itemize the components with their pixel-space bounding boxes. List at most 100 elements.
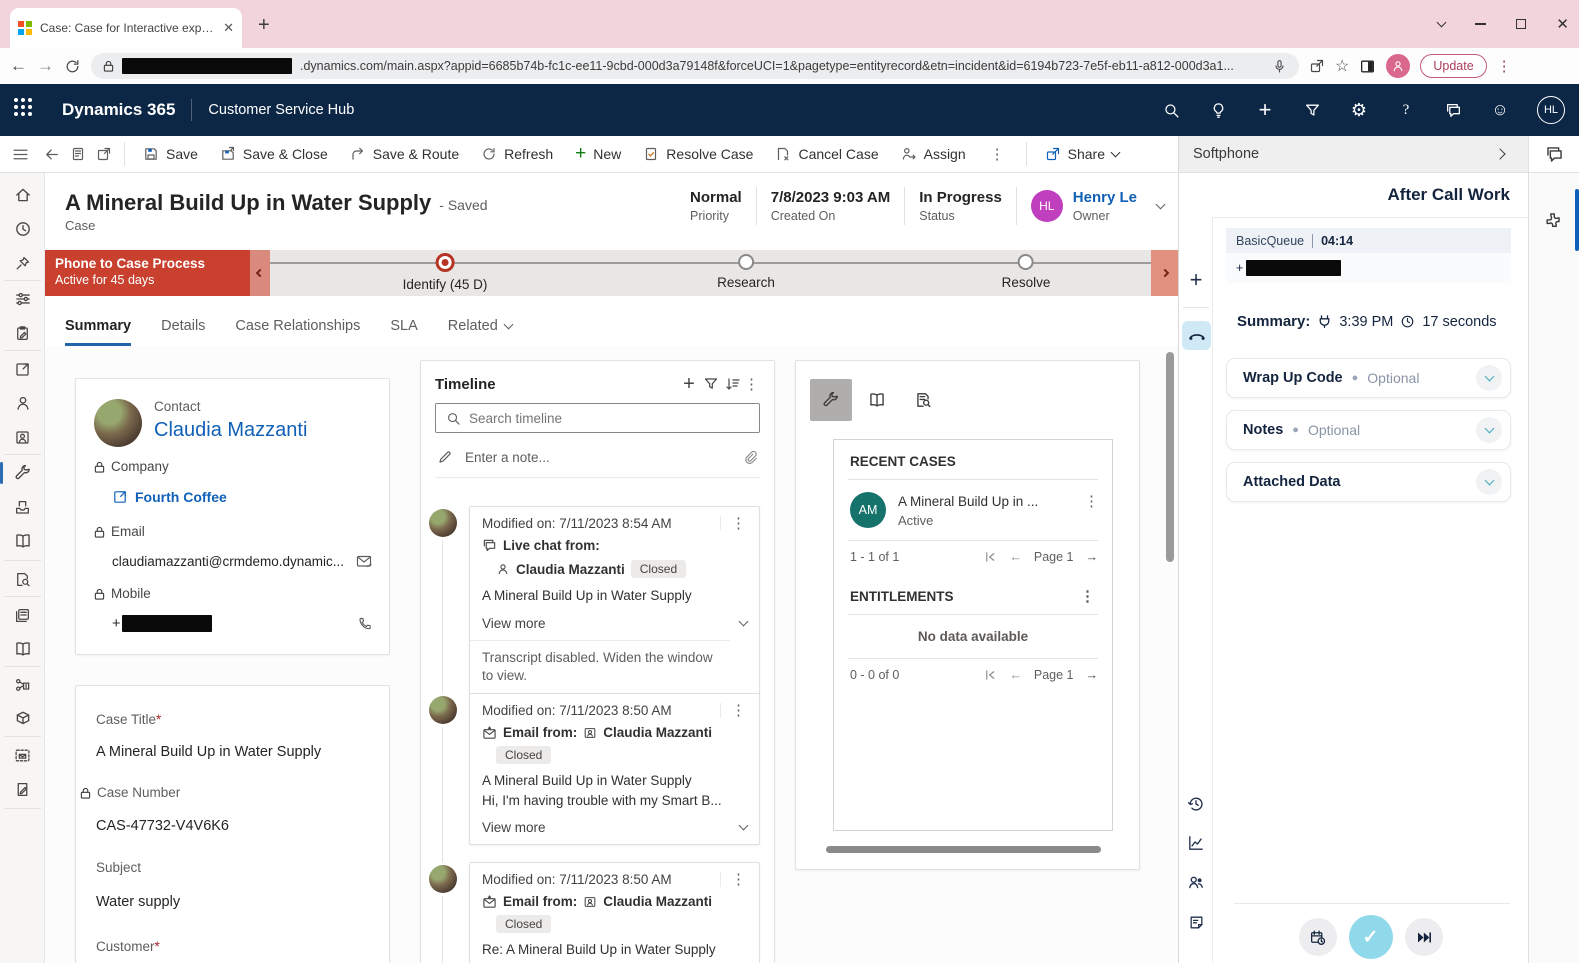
record-set-icon[interactable] (70, 146, 86, 162)
bpf-next-icon[interactable] (1151, 250, 1178, 296)
refresh-button[interactable]: Refresh (475, 146, 559, 162)
search-icon[interactable] (1161, 100, 1181, 120)
browser-back-icon[interactable]: ← (10, 56, 27, 76)
tab-close-icon[interactable]: ✕ (223, 20, 234, 36)
bpf-prev-icon[interactable] (250, 250, 270, 296)
site-map-icon[interactable] (12, 146, 29, 163)
gear-icon[interactable]: ⚙ (1349, 100, 1369, 120)
bpf-stage-identify[interactable]: Identify (45 D) (403, 253, 488, 292)
tab-summary[interactable]: Summary (65, 318, 131, 346)
mobile-value-row[interactable]: + (112, 615, 373, 632)
timeline-entry-email-2[interactable]: Modified on: 7/11/2023 8:50 AM⋮ Email fr… (469, 862, 760, 963)
browser-forward-icon[interactable]: → (37, 56, 54, 76)
priority-field[interactable]: Normal Priority (690, 189, 742, 223)
prev-page-icon[interactable]: ← (1009, 668, 1022, 682)
email-value[interactable]: claudiamazzanti@crmdemo.dynamic... (112, 554, 356, 569)
browser-menu-icon[interactable]: ⋮ (1497, 59, 1513, 74)
sidebar-item-social-profiles[interactable] (0, 422, 45, 452)
entry-person[interactable]: Claudia Mazzanti (603, 725, 712, 740)
phone-icon[interactable] (357, 616, 373, 632)
timeline-filter-icon[interactable] (700, 373, 722, 395)
entry-more-icon[interactable]: ⋮ (720, 872, 747, 887)
cancel-case-button[interactable]: Cancel Case (769, 146, 884, 162)
app-name[interactable]: Customer Service Hub (208, 102, 354, 118)
attached-data-section[interactable]: Attached Data (1226, 462, 1511, 502)
entitlements-more-icon[interactable]: ⋮ (1080, 589, 1096, 604)
help-icon[interactable]: ? (1396, 100, 1416, 120)
sidebar-item-recent[interactable] (0, 214, 45, 244)
entry-view-more[interactable]: View more (482, 820, 747, 835)
complete-acw-button[interactable]: ✓ (1349, 915, 1393, 959)
softphone-collapse-icon[interactable] (1494, 148, 1505, 159)
url-bar[interactable]: .dynamics.com/main.aspx?appid=6685b74b-f… (91, 53, 1299, 79)
sidebar-item-knowledge-articles[interactable] (0, 526, 45, 556)
subject-value[interactable]: Water supply (96, 894, 180, 910)
close-icon[interactable]: ✕ (1556, 15, 1569, 33)
timeline-entry-email-1[interactable]: Modified on: 7/11/2023 8:50 AM⋮ Email fr… (469, 693, 760, 845)
smiley-icon[interactable]: ☺ (1490, 100, 1510, 120)
sidebar-item-pinned[interactable] (0, 248, 45, 278)
assign-button[interactable]: Assign (895, 146, 972, 162)
first-page-icon[interactable] (984, 551, 997, 563)
sidebar-item-cases[interactable] (0, 458, 45, 488)
company-value-row[interactable]: Fourth Coffee (112, 489, 227, 505)
notes-icon[interactable] (1179, 907, 1213, 937)
save-button[interactable]: Save (137, 146, 204, 162)
favorite-star-icon[interactable]: ☆ (1335, 56, 1349, 76)
tab-case-relationships[interactable]: Case Relationships (235, 318, 360, 346)
chat-icon[interactable] (1545, 145, 1564, 164)
timeline-search[interactable] (435, 403, 760, 433)
contact-name-link[interactable]: Claudia Mazzanti (154, 419, 307, 442)
owner-link[interactable]: Henry Le (1073, 189, 1137, 206)
entry-subject[interactable]: A Mineral Build Up in Water Supply (482, 586, 747, 606)
sidebar-item-home[interactable] (0, 180, 45, 210)
browser-reload-icon[interactable] (64, 58, 81, 75)
created-on-field[interactable]: 7/8/2023 9:03 AM Created On (771, 189, 891, 223)
sidebar-item-accounts[interactable] (0, 354, 45, 384)
company-link[interactable]: Fourth Coffee (135, 489, 227, 505)
notes-section[interactable]: Notes ● Optional (1226, 410, 1511, 450)
timeline-entry-chat[interactable]: Modified on: 7/11/2023 8:54 AM⋮ Live cha… (469, 506, 760, 698)
entry-person[interactable]: Claudia Mazzanti (516, 562, 625, 577)
timeline-more-icon[interactable]: ⋮ (744, 377, 760, 392)
bpf-stage-resolve[interactable]: Resolve (1002, 254, 1051, 290)
expand-chevron-icon[interactable] (1476, 469, 1502, 495)
history-icon[interactable] (1179, 789, 1213, 819)
feedback-icon[interactable] (1443, 100, 1463, 120)
bpf-process-box[interactable]: Phone to Case Process Active for 45 days (45, 250, 250, 296)
share-page-icon[interactable] (1309, 58, 1325, 74)
command-overflow-icon[interactable]: ⋮ (982, 147, 1014, 162)
sidebar-item-email-drafts[interactable] (0, 740, 45, 770)
browser-update-button[interactable]: Update (1420, 54, 1486, 78)
vertical-scrollbar[interactable] (1166, 352, 1174, 562)
case-number-value[interactable]: CAS-47732-V4V6K6 (96, 818, 229, 834)
share-button[interactable]: Share (1039, 146, 1125, 162)
status-field[interactable]: In Progress Status (919, 189, 1002, 223)
save-and-route-button[interactable]: Save & Route (344, 146, 465, 162)
timeline-search-input[interactable] (469, 411, 749, 426)
next-page-icon[interactable]: → (1086, 550, 1099, 564)
new-session-icon[interactable]: + (1179, 265, 1213, 295)
sidebar-item-dashboards[interactable] (0, 284, 45, 314)
analytics-icon[interactable] (1179, 828, 1213, 858)
note-composer[interactable]: Enter a note... (435, 443, 760, 478)
entry-person[interactable]: Claudia Mazzanti (603, 894, 712, 909)
add-icon[interactable]: + (1255, 100, 1275, 120)
back-icon[interactable] (43, 146, 60, 163)
user-avatar[interactable]: HL (1537, 96, 1565, 124)
contact-photo[interactable] (94, 399, 142, 447)
active-call-session-icon[interactable] (1182, 321, 1211, 350)
next-page-icon[interactable]: → (1086, 668, 1099, 682)
tab-knowledge-base-icon[interactable] (856, 379, 898, 421)
app-launcher-icon[interactable] (14, 98, 38, 122)
sidebar-item-email-templates[interactable] (0, 600, 45, 630)
bpf-stage-research[interactable]: Research (717, 254, 775, 290)
maximize-icon[interactable] (1516, 19, 1526, 29)
sidebar-item-connections[interactable] (0, 670, 45, 700)
tab-sla[interactable]: SLA (390, 318, 417, 346)
sidebar-item-knowledge-base[interactable] (0, 634, 45, 664)
tab-details[interactable]: Details (161, 318, 205, 346)
recent-case-row[interactable]: AM A Mineral Build Up in ... Active ⋮ (834, 480, 1112, 540)
new-button[interactable]: + New (569, 146, 627, 162)
expand-chevron-icon[interactable] (1476, 417, 1502, 443)
